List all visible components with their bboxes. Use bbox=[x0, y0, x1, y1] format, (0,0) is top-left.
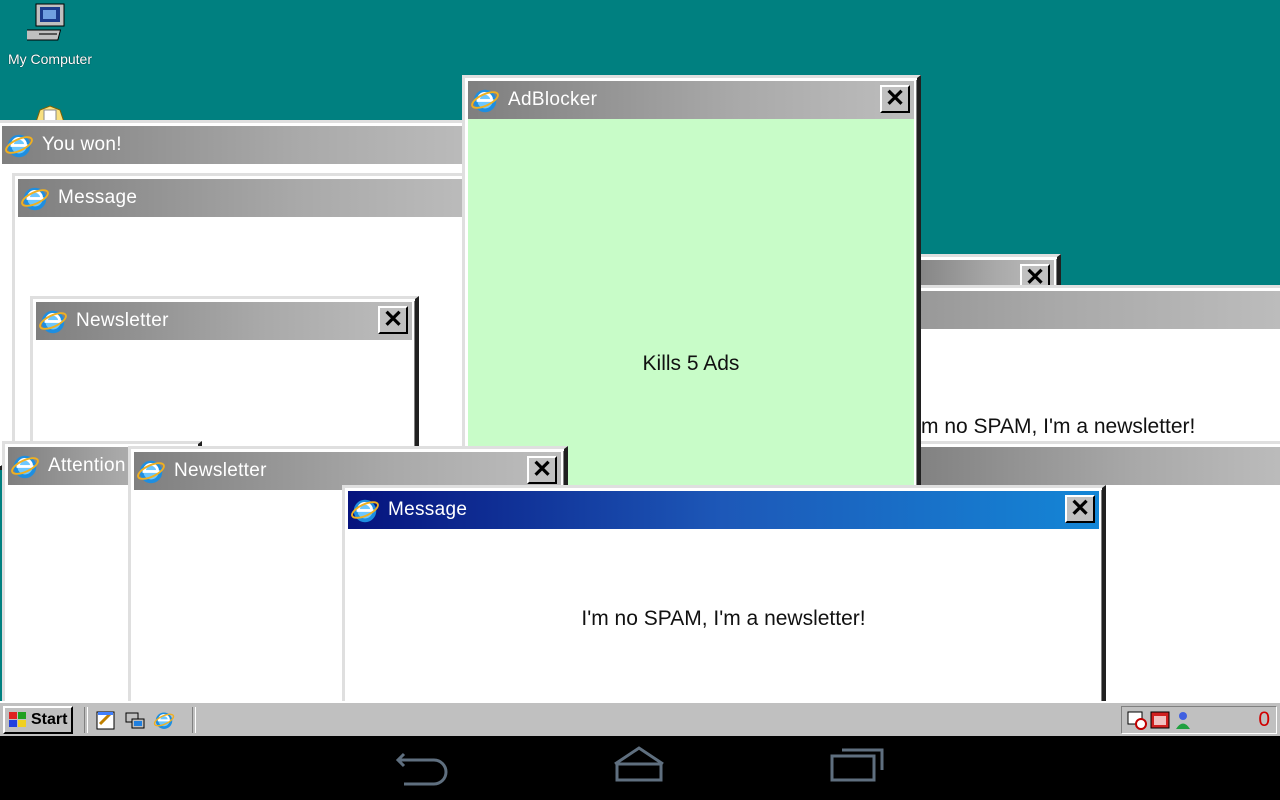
title-bar[interactable]: Message ✕ bbox=[348, 491, 1099, 529]
title-bar[interactable] bbox=[906, 447, 1280, 485]
folder-icon bbox=[35, 105, 65, 122]
ie-icon bbox=[10, 451, 40, 481]
calendar-icon[interactable] bbox=[1150, 710, 1170, 730]
title-bar[interactable]: You won! bbox=[2, 126, 489, 164]
close-icon: ✕ bbox=[884, 85, 906, 112]
adblocker-text: Kills 5 Ads bbox=[642, 352, 740, 375]
message-text: I'm no SPAM, I'm a newsletter! bbox=[581, 607, 866, 630]
close-icon: ✕ bbox=[1069, 495, 1091, 522]
user-icon[interactable] bbox=[1173, 710, 1193, 730]
window-title: Newsletter bbox=[76, 310, 169, 331]
window-title: Message bbox=[388, 499, 468, 520]
desktop-icon-my-computer[interactable]: My Computer bbox=[6, 2, 94, 67]
title-bar[interactable]: Message bbox=[18, 179, 485, 217]
window-title: You won! bbox=[42, 134, 122, 155]
ie-icon bbox=[20, 183, 50, 213]
ie-icon bbox=[136, 456, 166, 486]
android-navigation-bar bbox=[0, 736, 1280, 800]
ie-icon bbox=[350, 495, 380, 525]
ie-icon bbox=[470, 85, 500, 115]
window-title: AdBlocker bbox=[508, 89, 598, 110]
window-body: I'm no SPAM, I'm a newsletter! bbox=[348, 529, 1099, 718]
start-label: Start bbox=[31, 711, 68, 728]
window-title: Newsletter bbox=[174, 460, 267, 481]
close-button[interactable]: ✕ bbox=[880, 85, 910, 113]
close-icon: ✕ bbox=[531, 456, 553, 483]
scheduler-icon[interactable] bbox=[1127, 710, 1147, 730]
back-icon[interactable] bbox=[390, 742, 454, 794]
my-computer-icon bbox=[21, 3, 65, 41]
notepad-icon[interactable] bbox=[95, 709, 117, 731]
windows-logo-icon bbox=[9, 712, 26, 727]
ie-icon bbox=[4, 130, 34, 160]
ad-counter: 0 bbox=[1258, 708, 1270, 731]
close-button[interactable]: ✕ bbox=[527, 456, 557, 484]
taskbar-separator bbox=[192, 707, 196, 733]
window-message-text: m no SPAM, I'm a newsletter! bbox=[921, 415, 1196, 438]
desktop-icon-folder[interactable] bbox=[30, 102, 70, 122]
recent-apps-icon[interactable] bbox=[826, 742, 890, 794]
ie-icon[interactable] bbox=[153, 709, 175, 731]
network-icon[interactable] bbox=[124, 709, 146, 731]
desktop-icon-label: My Computer bbox=[7, 51, 93, 67]
taskbar: Start 0 bbox=[0, 701, 1280, 736]
close-button[interactable]: ✕ bbox=[378, 306, 408, 334]
close-button[interactable]: ✕ bbox=[1065, 495, 1095, 523]
title-bar[interactable]: AdBlocker ✕ bbox=[468, 81, 914, 119]
close-icon: ✕ bbox=[382, 306, 404, 333]
title-bar[interactable]: Newsletter ✕ bbox=[36, 302, 412, 340]
taskbar-separator bbox=[84, 707, 88, 733]
window-message-active[interactable]: Message ✕ I'm no SPAM, I'm a newsletter! bbox=[342, 485, 1106, 725]
start-button[interactable]: Start bbox=[3, 706, 73, 734]
ie-icon bbox=[38, 306, 68, 336]
system-tray: 0 bbox=[1121, 706, 1277, 734]
home-icon[interactable] bbox=[607, 742, 671, 794]
window-title: Attention bbox=[48, 455, 126, 476]
window-title: Message bbox=[58, 187, 138, 208]
